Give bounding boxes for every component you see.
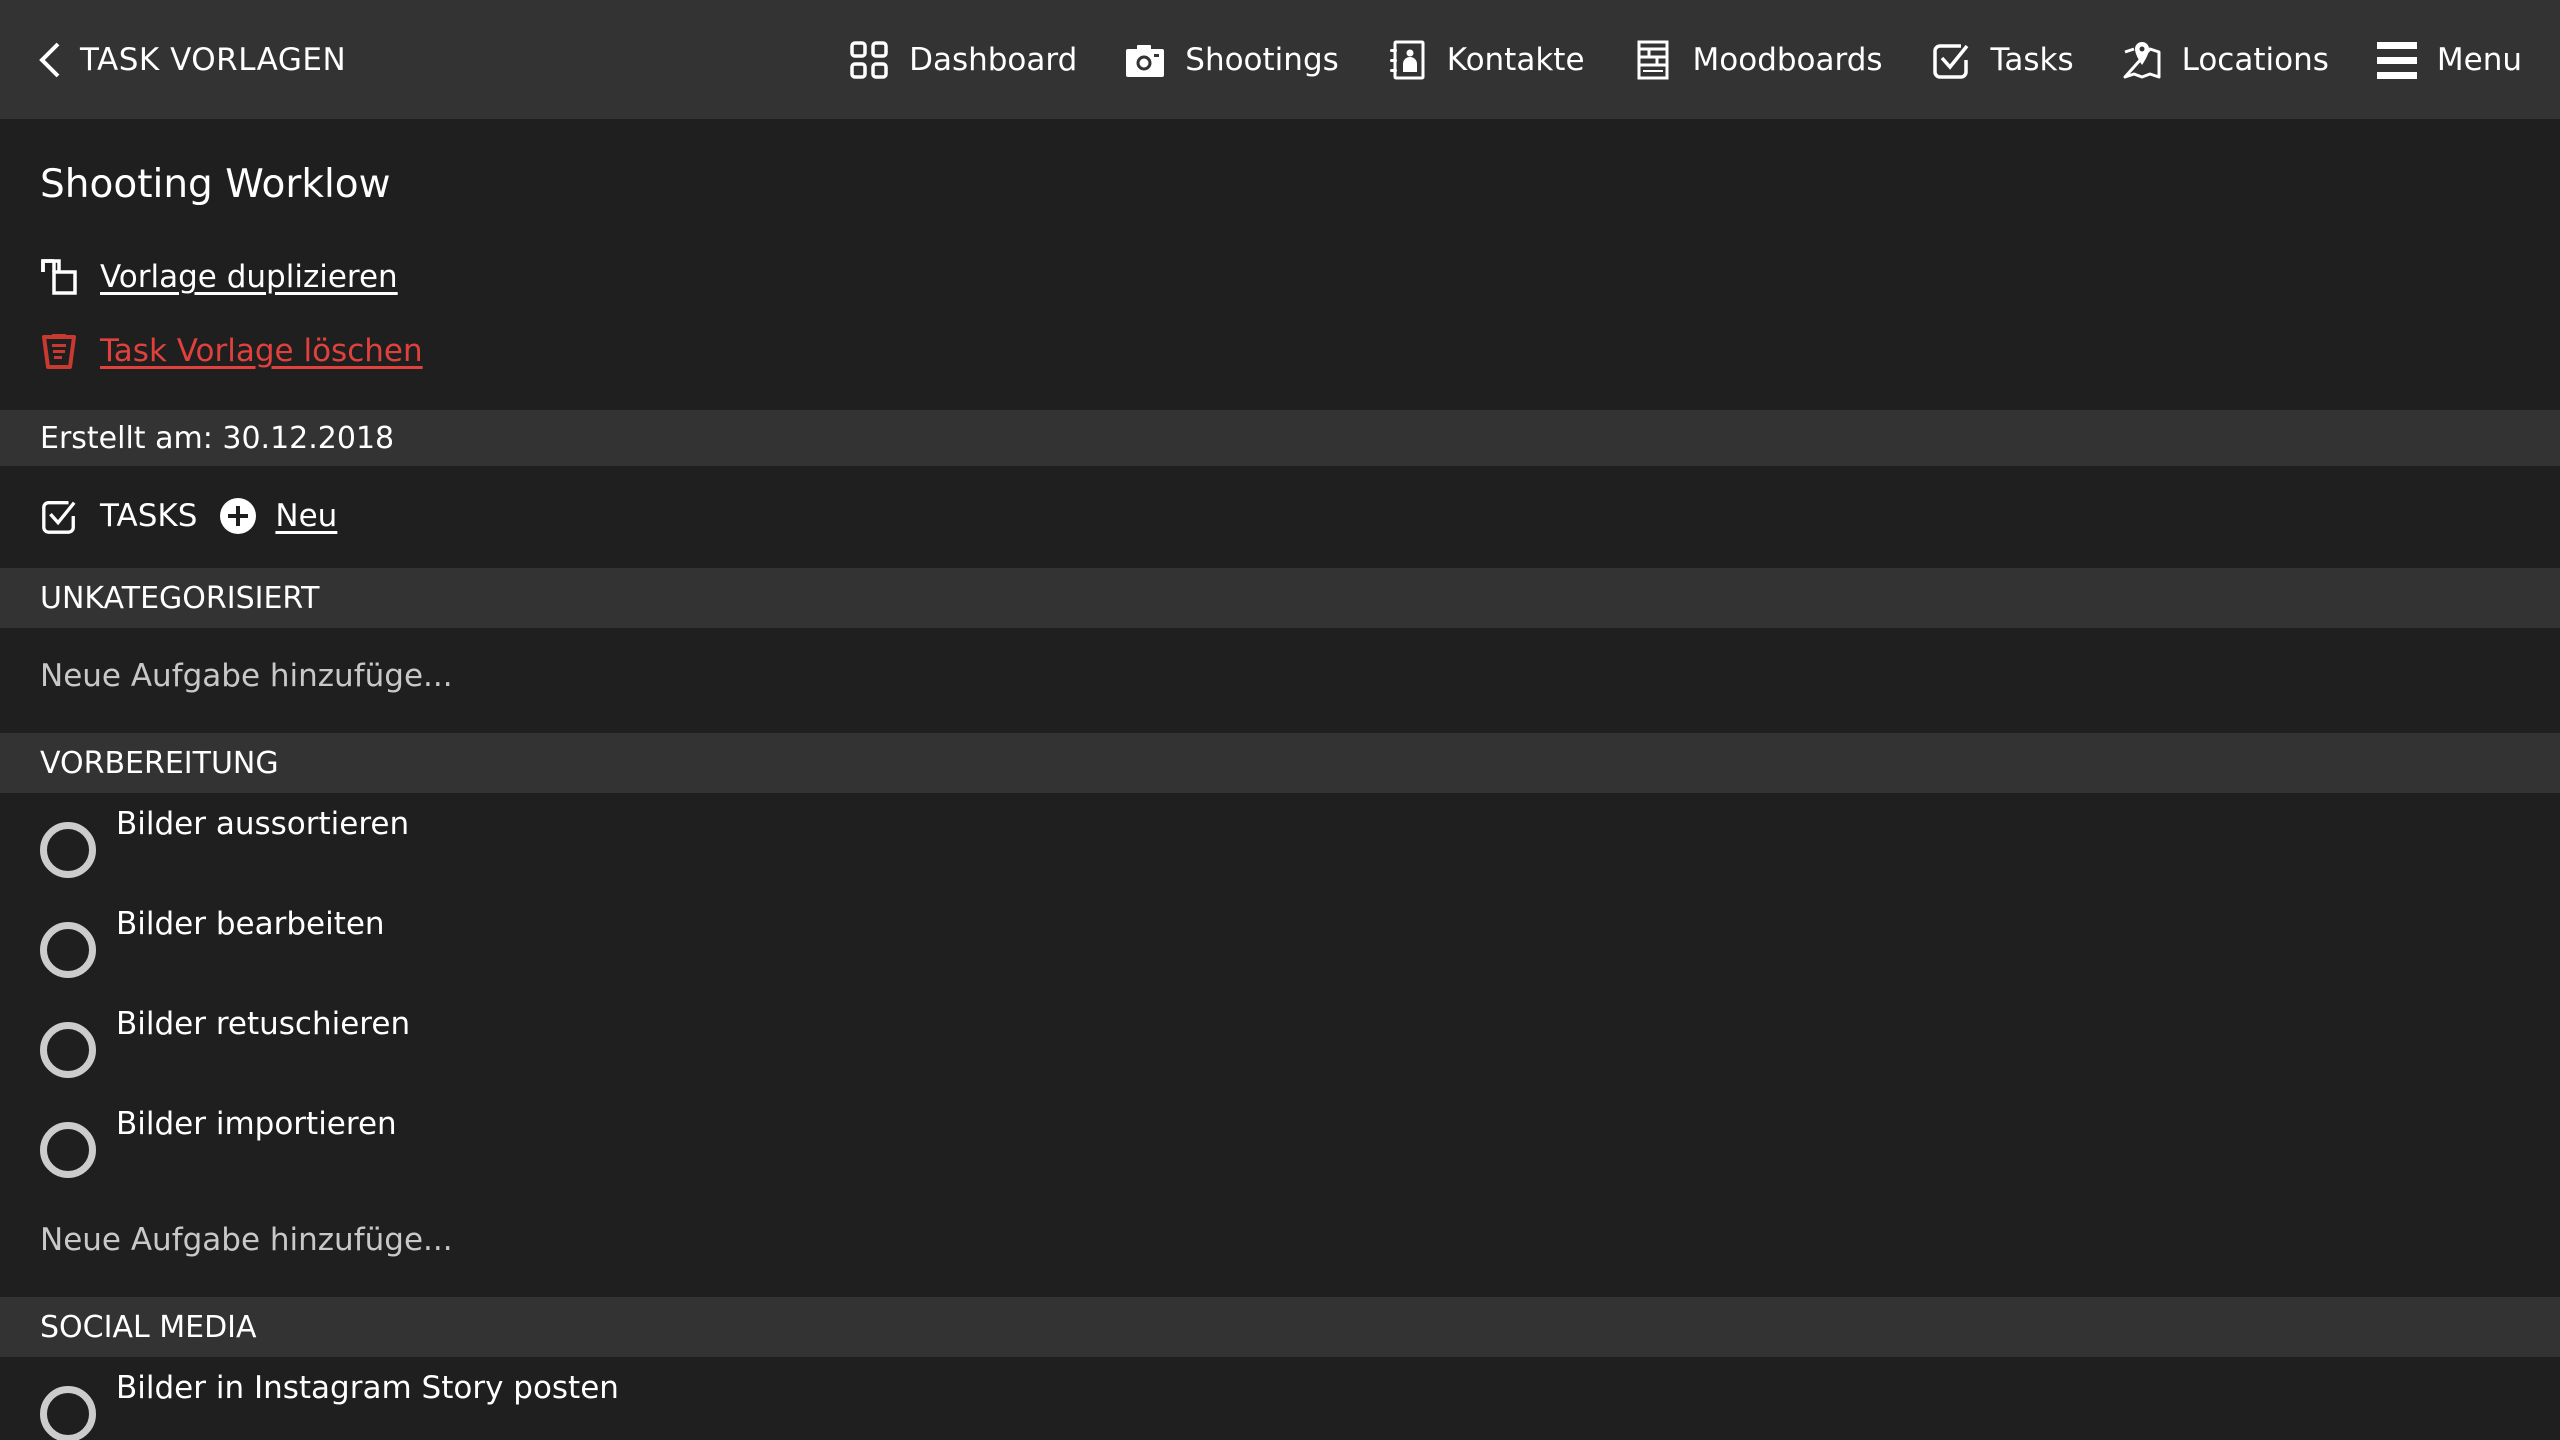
moodboard-icon (1637, 40, 1669, 79)
back-label: TASK VORLAGEN (80, 41, 347, 78)
dashboard-grid-icon (850, 40, 888, 79)
nav-label: Shootings (1185, 41, 1339, 78)
nav-label: Tasks (1990, 41, 2074, 78)
task-item[interactable]: Bilder importieren (40, 1106, 397, 1178)
main-nav: Dashboard Shootings Kontakte Moodboards … (801, 0, 2522, 119)
nav-tasks[interactable]: Tasks (1931, 40, 2074, 80)
back-button[interactable]: TASK VORLAGEN (38, 0, 346, 119)
nav-locations[interactable]: Locations (2122, 40, 2329, 80)
plus-circle-icon (220, 498, 257, 534)
task-checkbox[interactable] (40, 1122, 96, 1178)
delete-label: Task Vorlage löschen (100, 333, 423, 369)
duplicate-template-link[interactable]: Vorlage duplizieren (40, 258, 398, 296)
trash-icon (42, 334, 76, 369)
category-name: VORBEREITUNG (40, 745, 279, 781)
nav-dashboard[interactable]: Dashboard (849, 40, 1077, 80)
hamburger-menu-icon (2376, 41, 2417, 79)
delete-template-link[interactable]: Task Vorlage löschen (40, 332, 423, 370)
contacts-book-icon (1389, 40, 1425, 79)
task-label: Bilder aussortieren (116, 806, 410, 842)
task-label: Bilder retuschieren (116, 1006, 411, 1042)
chevron-left-icon (39, 42, 60, 77)
category-name: SOCIAL MEDIA (40, 1309, 257, 1345)
task-item[interactable]: Bilder aussortieren (40, 806, 409, 878)
task-checkbox[interactable] (40, 822, 96, 878)
task-item[interactable]: Bilder in Instagram Story posten (40, 1370, 619, 1440)
nav-kontakte[interactable]: Kontakte (1387, 40, 1585, 80)
task-checkbox[interactable] (40, 1386, 96, 1440)
category-header: VORBEREITUNG (0, 733, 2560, 793)
page-title: Shooting Worklow (40, 162, 391, 207)
checkbox-icon (42, 501, 76, 534)
nav-menu[interactable]: Menu (2376, 40, 2522, 80)
nav-moodboards[interactable]: Moodboards (1633, 40, 1883, 80)
nav-label: Locations (2181, 41, 2329, 78)
nav-label: Kontakte (1446, 41, 1585, 78)
nav-label: Menu (2436, 41, 2522, 78)
category-name: UNKATEGORISIERT (40, 580, 320, 616)
nav-label: Moodboards (1692, 41, 1883, 78)
category-header: SOCIAL MEDIA (0, 1297, 2560, 1357)
tasks-header: TASKS Neu (40, 492, 337, 540)
new-task-label: Neu (275, 498, 338, 534)
tasks-label: TASKS (100, 498, 198, 534)
add-task-input[interactable]: Neue Aufgabe hinzufüge... (40, 658, 453, 694)
new-task-button[interactable]: Neu (219, 497, 337, 535)
nav-label: Dashboard (909, 41, 1078, 78)
duplicate-icon (41, 259, 77, 295)
task-item[interactable]: Bilder bearbeiten (40, 906, 385, 978)
created-date-bar: Erstellt am: 30.12.2018 (0, 410, 2560, 466)
checkbox-icon (1932, 43, 1968, 79)
task-checkbox[interactable] (40, 1022, 96, 1078)
created-date: Erstellt am: 30.12.2018 (40, 420, 395, 456)
task-item[interactable]: Bilder retuschieren (40, 1006, 410, 1078)
task-label: Bilder importieren (116, 1106, 397, 1142)
task-checkbox[interactable] (40, 922, 96, 978)
task-label: Bilder in Instagram Story posten (116, 1370, 619, 1406)
task-label: Bilder bearbeiten (116, 906, 385, 942)
nav-shootings[interactable]: Shootings (1125, 40, 1339, 80)
map-pin-icon (2123, 41, 2161, 78)
add-task-input[interactable]: Neue Aufgabe hinzufüge... (40, 1222, 453, 1258)
category-header: UNKATEGORISIERT (0, 568, 2560, 628)
camera-icon (1126, 44, 1165, 77)
duplicate-label: Vorlage duplizieren (100, 259, 398, 295)
top-bar: TASK VORLAGEN Dashboard Shootings Kontak… (0, 0, 2560, 119)
